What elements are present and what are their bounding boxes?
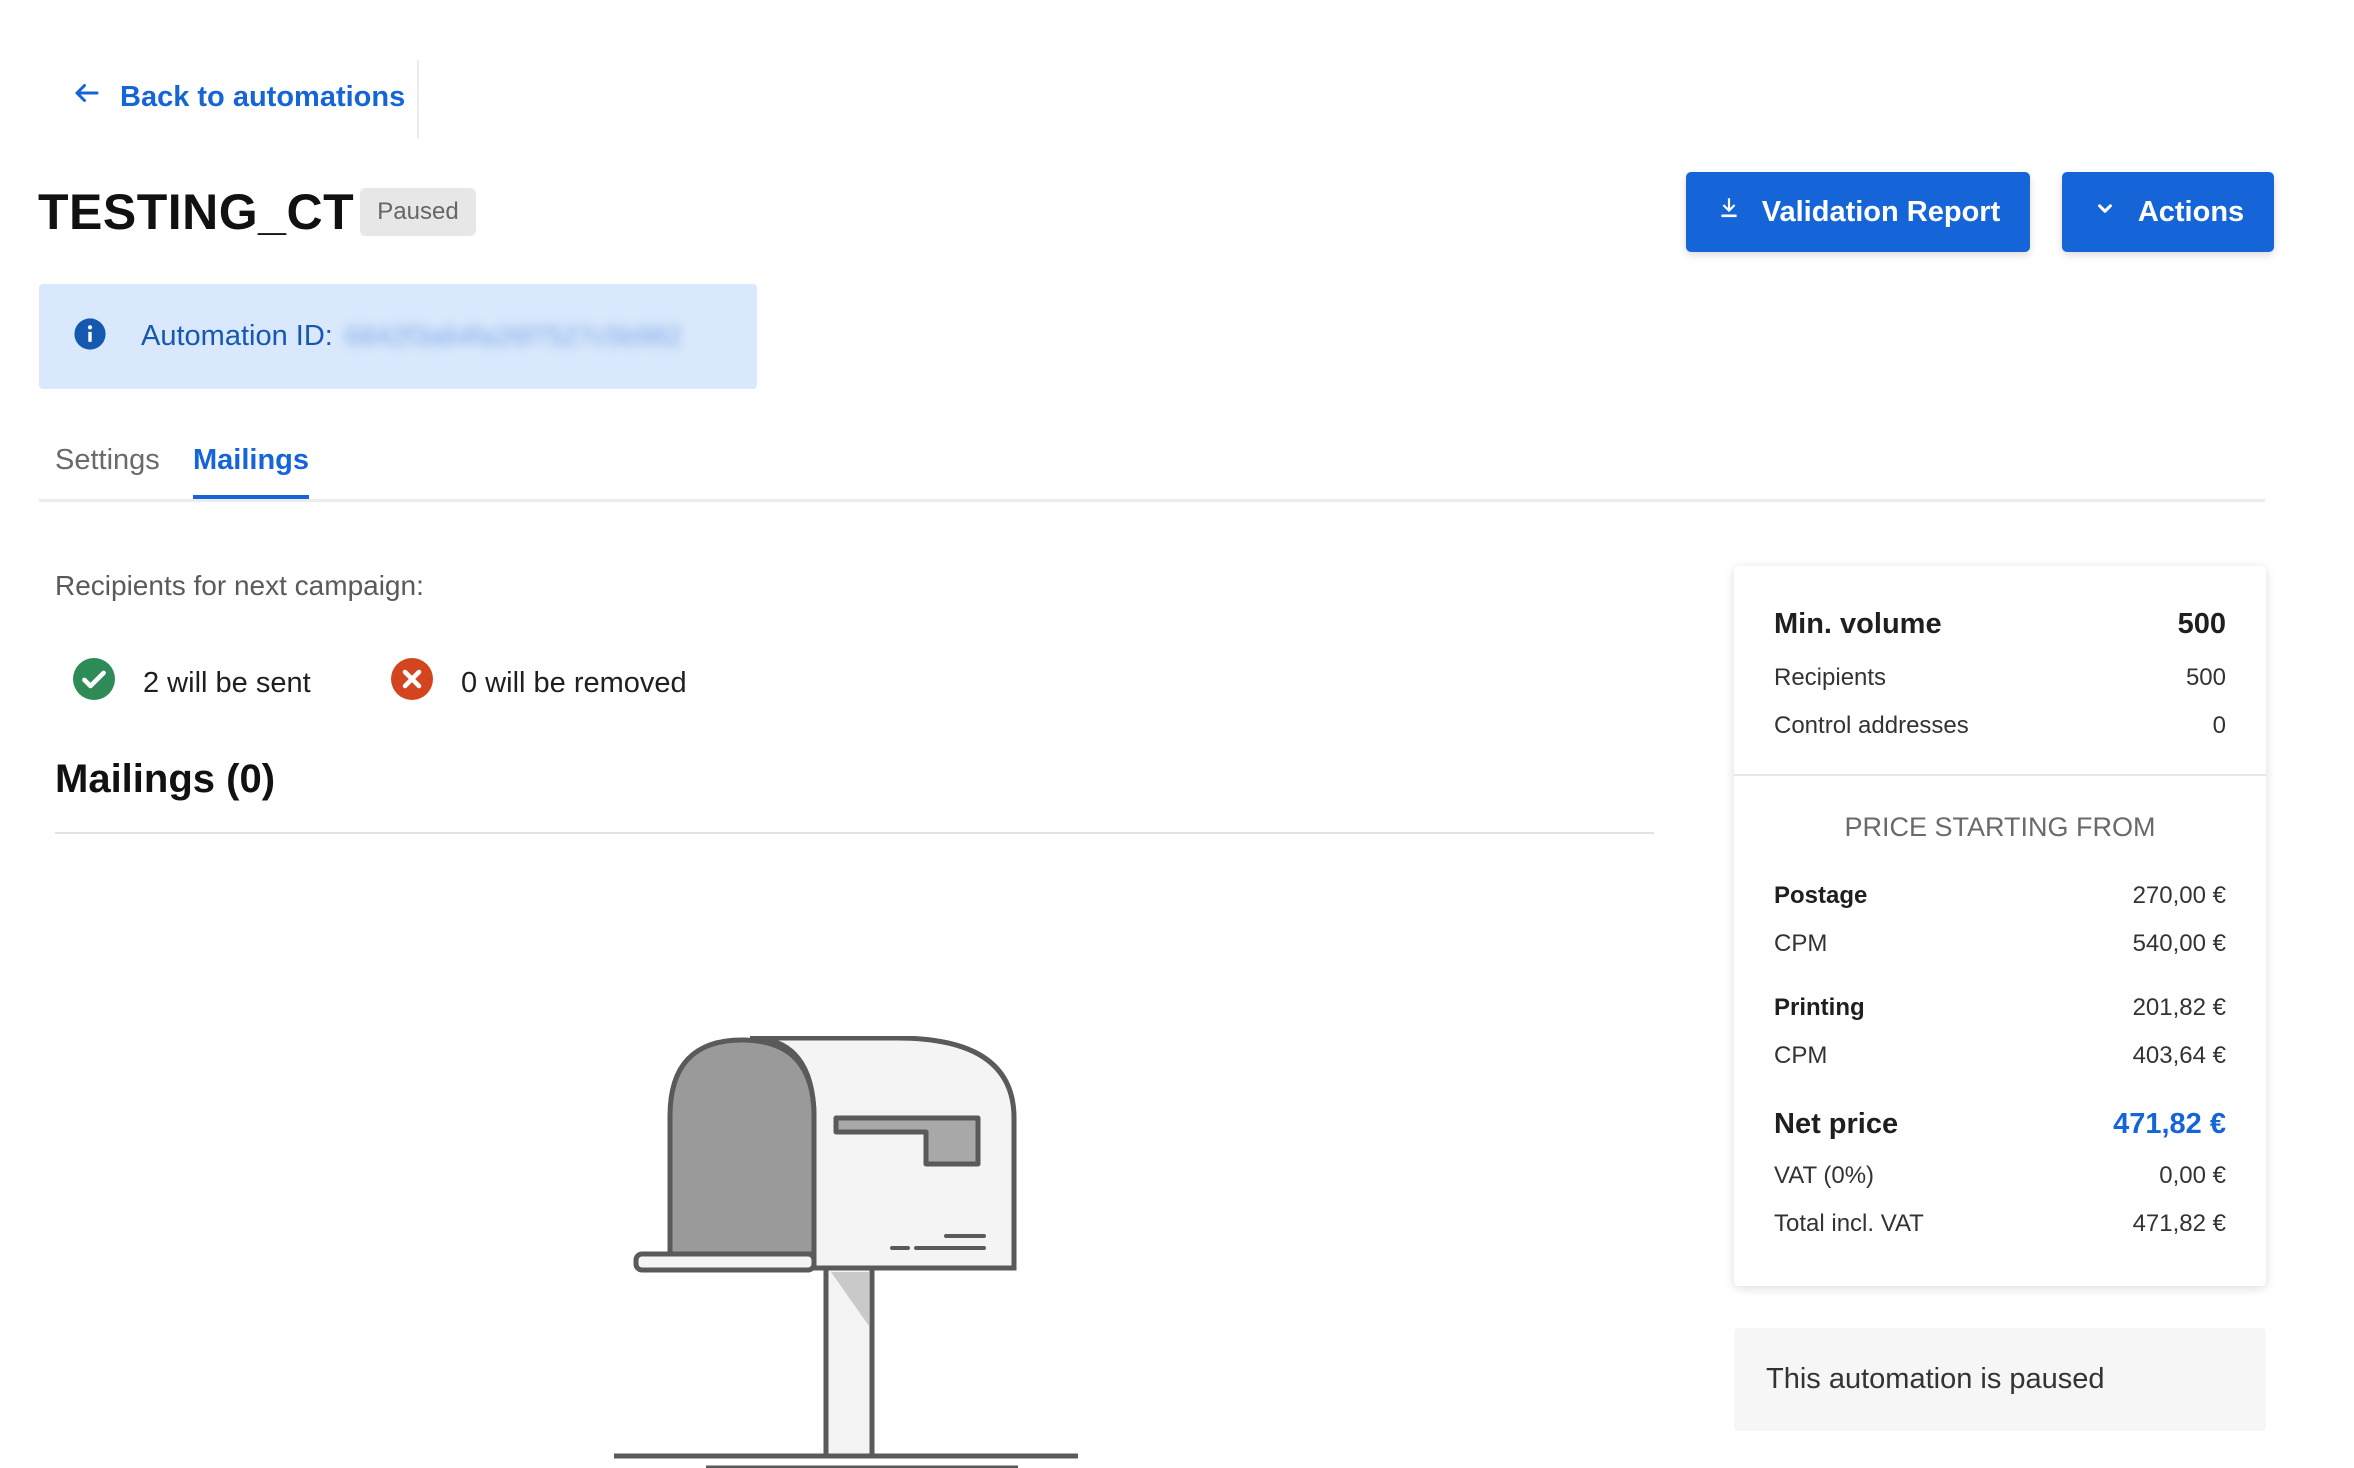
- printing-row: Printing 201,82 €: [1774, 994, 2226, 1022]
- tab-mailings[interactable]: Mailings: [193, 444, 310, 499]
- chevron-down-icon: [2092, 195, 2118, 229]
- postage-cpm-label: CPM: [1774, 930, 1828, 957]
- price-summary-card: Min. volume 500 Recipients 500 Control a…: [1734, 566, 2266, 1286]
- info-icon: [73, 317, 107, 356]
- actions-label: Actions: [2137, 195, 2245, 228]
- min-volume-label: Min. volume: [1774, 608, 1942, 640]
- automation-id-banner: Automation ID: 6842f3a64fa26f7527c5b982: [39, 284, 757, 389]
- status-badge: Paused: [360, 188, 476, 236]
- min-volume-row: Min. volume 500: [1774, 608, 2226, 641]
- min-volume-value: 500: [2177, 608, 2226, 640]
- printing-cpm-row: CPM 403,64 €: [1774, 1042, 2226, 1070]
- control-addresses-label: Control addresses: [1774, 712, 1969, 739]
- recipients-removed-text: 0 will be removed: [461, 666, 687, 699]
- vat-label: VAT (0%): [1774, 1162, 1875, 1189]
- postage-value: 270,00 €: [2132, 882, 2226, 909]
- postage-label: Postage: [1774, 882, 1868, 909]
- postage-cpm-row: CPM 540,00 €: [1774, 930, 2226, 958]
- download-icon: [1716, 195, 1742, 229]
- net-price-value: 471,82 €: [2113, 1108, 2226, 1140]
- paused-notice: This automation is paused: [1734, 1328, 2266, 1431]
- actions-button[interactable]: Actions: [2062, 172, 2274, 252]
- net-price-label: Net price: [1774, 1108, 1899, 1140]
- validation-report-button[interactable]: Validation Report: [1686, 172, 2030, 252]
- printing-cpm-value: 403,64 €: [2132, 1042, 2226, 1069]
- recipients-row: Recipients 500: [1774, 664, 2226, 692]
- recipients-removed: 0 will be removed: [391, 658, 687, 708]
- net-price-row: Net price 471,82 €: [1774, 1108, 2226, 1141]
- total-value: 471,82 €: [2132, 1210, 2226, 1237]
- check-circle-icon: [73, 658, 115, 708]
- validation-report-label: Validation Report: [1761, 195, 2001, 228]
- recipients-count-label: Recipients: [1774, 664, 1887, 691]
- arrow-left-icon: [72, 78, 102, 116]
- total-row: Total incl. VAT 471,82 €: [1774, 1210, 2226, 1238]
- total-label: Total incl. VAT: [1774, 1210, 1924, 1237]
- automation-id-value: 6842f3a64fa26f7527c5b982: [345, 321, 682, 351]
- mailings-divider: [55, 832, 1654, 834]
- back-to-automations-link[interactable]: Back to automations: [72, 78, 405, 116]
- price-heading: PRICE STARTING FROM: [1844, 812, 2156, 842]
- vat-value: 0,00 €: [2159, 1162, 2226, 1189]
- recipients-label: Recipients for next campaign:: [55, 570, 424, 601]
- recipients-count-value: 500: [2185, 664, 2226, 691]
- control-addresses-value: 0: [2212, 712, 2226, 739]
- back-link-label: Back to automations: [120, 80, 406, 113]
- postage-row: Postage 270,00 €: [1774, 882, 2226, 910]
- header-divider: [417, 60, 419, 138]
- automation-id-label: Automation ID:: [141, 320, 333, 352]
- control-addresses-row: Control addresses 0: [1774, 712, 2226, 740]
- printing-value: 201,82 €: [2132, 994, 2226, 1021]
- volume-section: Min. volume 500 Recipients 500 Control a…: [1734, 566, 2266, 776]
- postage-cpm-value: 540,00 €: [2132, 930, 2226, 957]
- recipients-sent: 2 will be sent: [73, 658, 311, 708]
- mailbox-icon: [614, 1035, 1078, 1468]
- x-circle-icon: [391, 658, 433, 708]
- tab-bar: Settings Mailings: [39, 440, 2265, 502]
- tab-settings[interactable]: Settings: [55, 444, 160, 495]
- empty-mailbox-illustration: [614, 1035, 1094, 1468]
- vat-row: VAT (0%) 0,00 €: [1774, 1162, 2226, 1190]
- page-title: TESTING_CT: [38, 184, 355, 240]
- recipients-sent-text: 2 will be sent: [143, 666, 311, 699]
- printing-cpm-label: CPM: [1774, 1042, 1828, 1069]
- mailings-heading: Mailings (0): [55, 757, 276, 801]
- printing-label: Printing: [1774, 994, 1865, 1021]
